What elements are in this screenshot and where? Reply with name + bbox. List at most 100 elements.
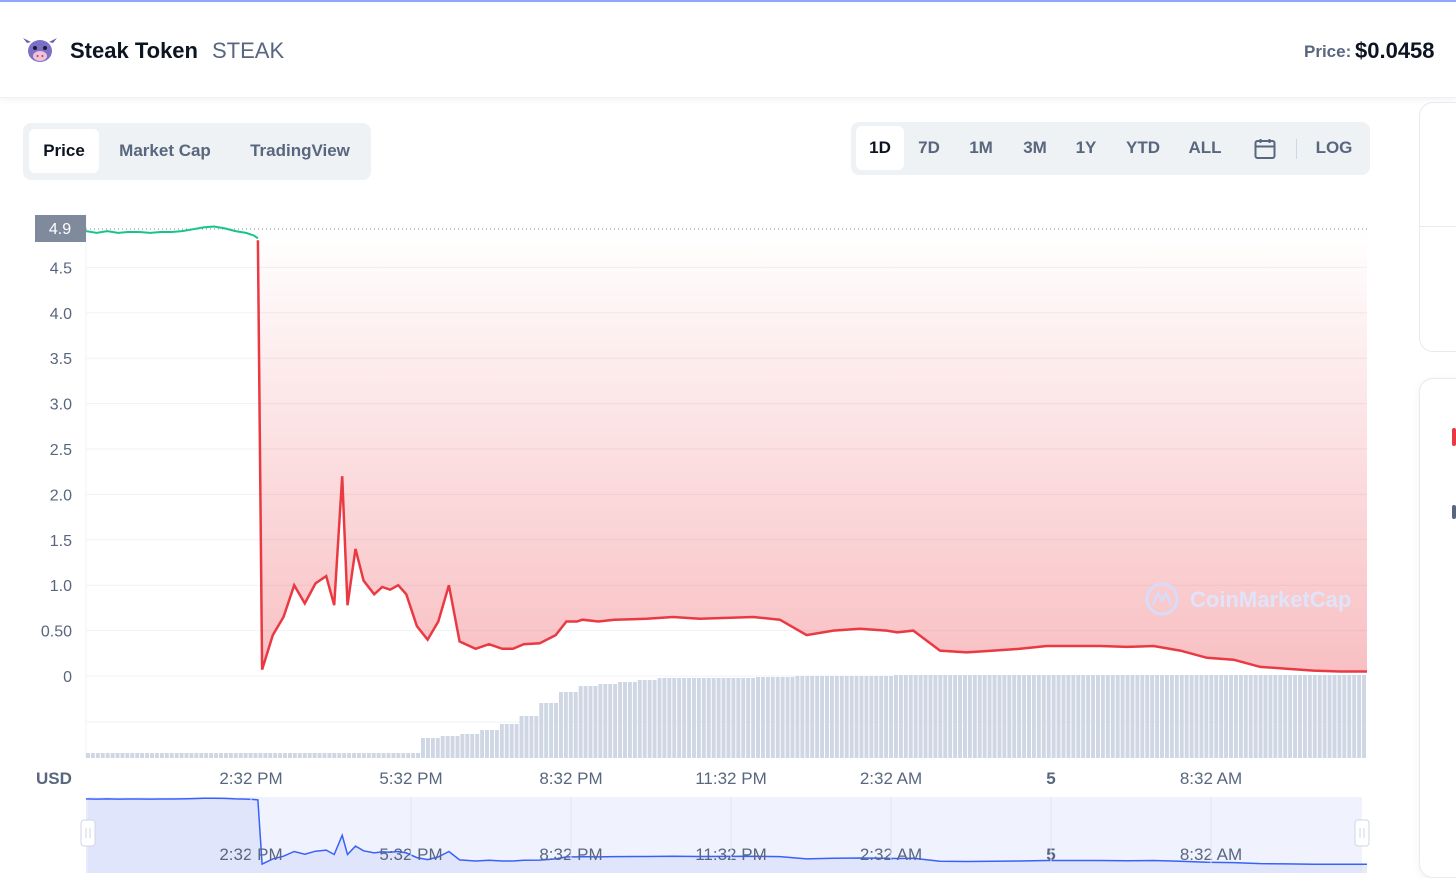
volume-bar: [514, 724, 519, 758]
volume-bar: [884, 676, 889, 758]
volume-bar: [613, 684, 618, 758]
y-tick-label: 3.0: [50, 397, 72, 414]
tab-tradingview[interactable]: TradingView: [235, 129, 365, 173]
volume-bar: [1125, 675, 1130, 758]
volume-bar: [302, 753, 307, 758]
log-toggle[interactable]: LOG: [1307, 126, 1361, 170]
volume-bar: [164, 753, 169, 758]
calendar-icon: [1254, 138, 1276, 159]
volume-bar: [820, 676, 825, 758]
price-chart[interactable]: CoinMarketCap 0 0.50 1.0 1.5 2.0 2.5 3.0 3.5 4.0…: [0, 183, 1400, 873]
volume-bar: [238, 753, 243, 758]
time-navigator[interactable]: 2:32 PM 5:32 PM 8:32 PM 11:32 PM 2:32 AM 5 8:3…: [80, 797, 1370, 873]
volume-bar: [135, 753, 140, 758]
volume-bar: [499, 724, 504, 758]
volume-bar: [214, 753, 219, 758]
x-tick-label: 5: [1046, 769, 1055, 788]
volume-bar: [859, 676, 864, 758]
volume-bar: [1066, 675, 1071, 758]
volume-bar: [140, 753, 145, 758]
y-tick-label: 4.0: [50, 306, 72, 323]
side-card-bottom: [1419, 378, 1456, 878]
volume-bar: [263, 753, 268, 758]
volume-bar: [401, 753, 406, 758]
volume-bar: [785, 677, 790, 758]
range-3m[interactable]: 3M: [1011, 126, 1059, 170]
range-all[interactable]: ALL: [1181, 126, 1229, 170]
volume-bar: [297, 753, 302, 758]
volume-bar: [997, 675, 1002, 758]
volume-bar: [849, 676, 854, 758]
range-1m[interactable]: 1M: [957, 126, 1005, 170]
volume-bar: [490, 730, 494, 758]
volume-bar: [169, 753, 174, 758]
volume-bar: [677, 678, 682, 758]
tab-market-cap[interactable]: Market Cap: [107, 129, 223, 173]
range-1d[interactable]: 1D: [856, 126, 904, 170]
volume-bar: [90, 753, 95, 758]
x-tick-label: 5:32 PM: [379, 769, 442, 788]
volume-bar: [682, 678, 687, 758]
volume-bar: [539, 703, 544, 758]
volume-bar: [125, 753, 130, 758]
volume-bar: [1352, 675, 1357, 758]
time-range-selector: 1D 7D 1M 3M 1Y YTD ALL LOG: [851, 122, 1370, 175]
x-tick-label: 2:32 AM: [860, 769, 922, 788]
side-card-red-mark: [1452, 428, 1456, 446]
volume-bar: [573, 692, 578, 758]
volume-bar: [770, 677, 775, 758]
volume-bar: [563, 692, 568, 758]
volume-bar: [544, 703, 549, 758]
tab-price[interactable]: Price: [29, 129, 99, 173]
volume-bar: [1027, 675, 1031, 758]
volume-bar: [475, 734, 480, 758]
volume-bar: [450, 736, 455, 758]
volume-bar: [470, 734, 475, 758]
volume-bar: [258, 753, 263, 758]
volume-bar: [1253, 675, 1258, 758]
y-tick-label: 4.5: [50, 260, 72, 277]
volume-bar: [933, 675, 938, 758]
calendar-button[interactable]: [1243, 126, 1287, 170]
volume-bar: [1061, 675, 1066, 758]
range-7d[interactable]: 7D: [907, 126, 951, 170]
volume-bar: [386, 753, 391, 758]
x-tick-label: 8:32 AM: [1180, 769, 1242, 788]
volume-bar: [623, 682, 627, 758]
volume-bar: [1307, 675, 1312, 758]
volume-bar: [977, 675, 982, 758]
volume-bar: [898, 675, 903, 758]
volume-bar: [455, 736, 460, 758]
range-ytd[interactable]: YTD: [1117, 126, 1169, 170]
volume-bar: [1243, 675, 1248, 758]
volume-bar: [381, 753, 386, 758]
range-1y[interactable]: 1Y: [1065, 126, 1107, 170]
navigator-right-handle[interactable]: [1354, 819, 1370, 847]
volume-bar: [568, 692, 573, 758]
volume-bar: [1017, 675, 1022, 758]
volume-bar: [1209, 675, 1214, 758]
volume-bar: [1238, 675, 1243, 758]
volume-bar: [928, 675, 933, 758]
volume-bar: [967, 675, 972, 758]
volume-bar: [1150, 675, 1155, 758]
y-tick-label: 3.5: [50, 351, 72, 368]
volume-bar: [1007, 675, 1012, 758]
volume-bar: [312, 753, 317, 758]
volume-bar: [800, 676, 805, 758]
volume-bar: [278, 753, 283, 758]
volume-bar: [760, 677, 765, 758]
volume-bar: [366, 753, 371, 758]
volume-bar: [701, 678, 706, 758]
volume-bar: [154, 753, 159, 758]
volume-bar: [1096, 675, 1100, 758]
volume-bar: [608, 684, 613, 758]
volume-bar: [1184, 675, 1189, 758]
page-header: Steak Token STEAK Price: $0.0458: [0, 2, 1456, 98]
volume-bar: [411, 753, 416, 758]
navigator-left-handle[interactable]: [80, 819, 96, 847]
volume-bar: [184, 753, 189, 758]
volume-bar: [918, 675, 923, 758]
volume-bar: [692, 678, 696, 758]
volume-bar: [342, 753, 347, 758]
